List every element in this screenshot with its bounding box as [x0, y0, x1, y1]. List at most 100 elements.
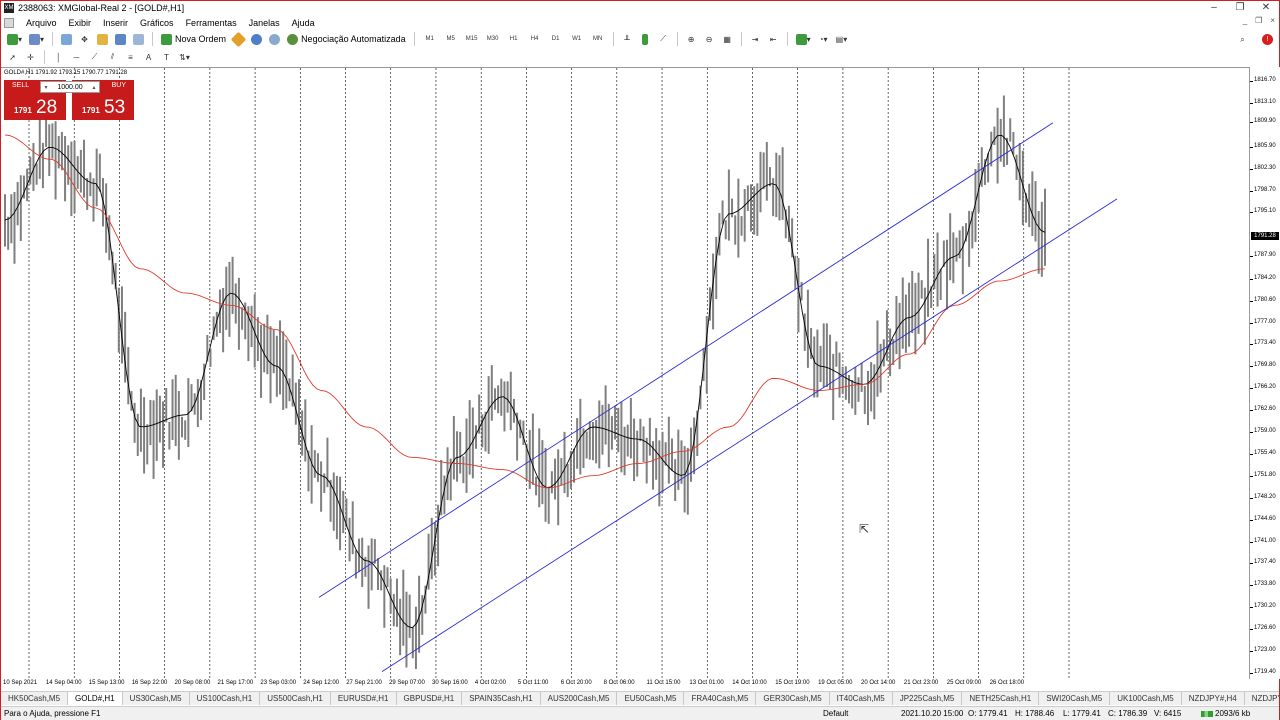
lot-increase-icon[interactable]: ▴ [89, 84, 99, 91]
chart-tab[interactable]: AUS200Cash,M5 [541, 692, 618, 705]
indicators-icon[interactable]: ▾ [794, 32, 813, 47]
lot-size-value[interactable]: 1000.00 [57, 84, 82, 91]
chart-tab[interactable]: EU50Cash,M5 [617, 692, 685, 705]
price-tick [1250, 300, 1253, 302]
menu-janelas[interactable]: Janelas [243, 18, 286, 28]
price-label: 1780.60 [1254, 296, 1276, 303]
chart-shift-icon[interactable]: ⇥ [748, 32, 763, 47]
chart-tab[interactable]: SWI20Cash,M5 [1039, 692, 1111, 705]
signals-icon[interactable] [249, 32, 264, 47]
chart-tab[interactable]: GOLD#,H1 [68, 692, 123, 705]
chart-tab[interactable]: HK50Cash,M5 [1, 692, 69, 705]
fibonacci-icon[interactable]: ≡ [123, 50, 138, 65]
minimize-button[interactable]: – [1201, 1, 1227, 15]
chart-tab[interactable]: NZDJPY#,H4 [1182, 692, 1245, 705]
zoom-in-icon[interactable]: ⊕ [684, 32, 699, 47]
time-axis[interactable]: 10 Sep 2021 14 Sep 04:00 15 Sep 13:00 16 Se… [1, 679, 1250, 691]
candlestick-icon[interactable] [638, 32, 653, 47]
menu-exibir[interactable]: Exibir [63, 18, 98, 28]
menu-graficos[interactable]: Gráficos [134, 18, 180, 28]
notification-icon[interactable]: ! [1262, 34, 1273, 45]
autoscroll-icon[interactable]: ⇤ [766, 32, 781, 47]
chart-tab[interactable]: SPAIN35Cash,H1 [462, 692, 541, 705]
menu-ajuda[interactable]: Ajuda [286, 18, 321, 28]
time-label: 8 Oct 06:00 [603, 680, 635, 686]
vertical-line-icon[interactable]: │ [51, 50, 66, 65]
price-chart[interactable] [1, 68, 1250, 680]
market-watch-icon[interactable] [59, 32, 74, 47]
time-label: 5 Oct 11:00 [517, 680, 549, 686]
timeframe-h4[interactable]: H4 [526, 32, 544, 47]
chart-tab[interactable]: GER30Cash,M5 [756, 692, 830, 705]
timeframe-w1[interactable]: W1 [568, 32, 586, 47]
price-label: 1766.20 [1254, 384, 1276, 391]
auto-trading-label: Negociação Automatizada [301, 34, 406, 44]
cursor-icon[interactable]: ➚ [5, 50, 20, 65]
chart-restore-button[interactable]: ❐ [1255, 16, 1262, 25]
templates-icon[interactable]: ▤▾ [834, 32, 850, 47]
new-order-button[interactable]: Nova Ordem [159, 32, 228, 47]
right-tools: ⌕ ! [1235, 32, 1273, 47]
chart-tab[interactable]: EURUSD#,H1 [331, 692, 397, 705]
price-axis[interactable]: 1816.70 1813.10 1809.90 1805.90 1802.30 1798.… [1250, 67, 1280, 679]
price-tick [1250, 563, 1253, 565]
price-label: 1726.60 [1254, 625, 1276, 632]
timeframe-m5[interactable]: M5 [442, 32, 460, 47]
chart-close-button[interactable]: × [1270, 16, 1275, 25]
auto-trading-button[interactable]: Negociação Automatizada [285, 32, 408, 47]
arrows-icon[interactable]: ⇅▾ [177, 50, 192, 65]
chart-tab[interactable]: GBPUSD#,H1 [397, 692, 463, 705]
text-label-icon[interactable]: T [159, 50, 174, 65]
chart-area[interactable]: GOLD#,H1 1791.92 1793.15 1790.77 1791.28… [1, 67, 1250, 680]
chart-tab[interactable]: US100Cash,H1 [190, 692, 261, 705]
lot-decrease-icon[interactable]: ▾ [41, 84, 51, 91]
timeframe-d1[interactable]: D1 [547, 32, 565, 47]
chart-tab[interactable]: IT40Cash,M5 [830, 692, 893, 705]
timeframe-m15[interactable]: M15 [463, 32, 481, 47]
status-profile[interactable]: Default [823, 709, 848, 718]
text-icon[interactable]: A [141, 50, 156, 65]
menu-arquivo[interactable]: Arquivo [20, 18, 63, 28]
menu-inserir[interactable]: Inserir [97, 18, 134, 28]
chart-tabs: HK50Cash,M5 GOLD#,H1 US30Cash,M5 US100Cash,… [1, 691, 1279, 705]
close-button[interactable]: ✕ [1253, 1, 1279, 15]
zoom-out-icon[interactable]: ⊖ [702, 32, 717, 47]
timeframe-mn[interactable]: MN [589, 32, 607, 47]
profiles-icon[interactable]: ▾ [27, 32, 46, 47]
trendline-icon[interactable]: ⟋ [87, 50, 102, 65]
terminal-icon[interactable] [113, 32, 128, 47]
horizontal-line-icon[interactable]: ─ [69, 50, 84, 65]
periods-icon[interactable]: ◔▾ [816, 32, 831, 47]
chart-minimize-button[interactable]: _ [1243, 16, 1247, 25]
chart-tab[interactable]: UK100Cash,M5 [1110, 692, 1182, 705]
timeframe-m30[interactable]: M30 [484, 32, 502, 47]
price-label: 1748.20 [1254, 493, 1276, 500]
metaeditor-icon[interactable] [230, 31, 247, 47]
strategy-tester-icon[interactable] [131, 32, 146, 47]
navigator-icon[interactable] [95, 32, 110, 47]
timeframe-m1[interactable]: M1 [421, 32, 439, 47]
lot-size-stepper[interactable]: ▾ 1000.00 ▴ [40, 81, 100, 93]
chart-tab[interactable]: NETH25Cash,H1 [962, 692, 1040, 705]
new-chart-icon[interactable]: ▾ [5, 32, 24, 47]
time-label: 29 Sep 07:00 [389, 680, 425, 686]
channel-icon[interactable]: ⫽ [105, 50, 120, 65]
menu-ferramentas[interactable]: Ferramentas [180, 18, 243, 28]
price-label: 1730.20 [1254, 603, 1276, 610]
chart-window-icon[interactable] [4, 17, 14, 28]
bar-chart-icon[interactable]: ╨ [620, 32, 635, 47]
chart-tab[interactable]: JP225Cash,M5 [893, 692, 963, 705]
crosshair-icon[interactable]: ✛ [23, 50, 38, 65]
chart-tab[interactable]: FRA40Cash,M5 [684, 692, 757, 705]
vps-icon[interactable] [267, 32, 282, 47]
timeframe-h1[interactable]: H1 [505, 32, 523, 47]
crosshair-move-icon[interactable]: ✥ [77, 32, 92, 47]
search-icon[interactable]: ⌕ [1235, 32, 1250, 47]
maximize-button[interactable]: ❐ [1227, 1, 1253, 15]
chart-tab[interactable]: US30Cash,M5 [123, 692, 190, 705]
tile-windows-icon[interactable]: ▦ [720, 32, 735, 47]
chart-tab[interactable]: US500Cash,H1 [260, 692, 331, 705]
app-logo-icon: XM [4, 3, 14, 13]
chart-tab[interactable]: NZDJPY#,H1 [1245, 692, 1279, 705]
line-chart-icon[interactable]: ⟋ [656, 32, 671, 47]
